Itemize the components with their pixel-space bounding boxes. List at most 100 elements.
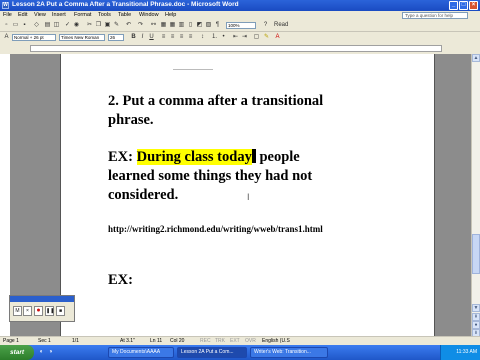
help-question-input[interactable]: Type a question for help <box>402 12 468 19</box>
rule-heading: 2. Put a comma after a transitional phra… <box>108 92 323 130</box>
copy-icon[interactable]: ❐ <box>95 22 102 29</box>
redo-icon[interactable]: ↷ <box>137 22 144 29</box>
taskbar: start ◐ ◑ My Documents\AAAA Lesson 2A Pu… <box>0 345 480 360</box>
menu-file[interactable]: File <box>3 12 12 18</box>
show-hide-icon[interactable]: ¶ <box>214 22 221 29</box>
status-ovr[interactable]: OVR <box>245 338 256 344</box>
menu-insert[interactable]: Insert <box>52 12 66 18</box>
menu-edit[interactable]: Edit <box>18 12 27 18</box>
numbering-icon[interactable]: ⒈ <box>211 34 218 41</box>
ruler[interactable] <box>0 43 480 54</box>
font-select[interactable]: Times New Roman <box>59 34 105 41</box>
justify-icon[interactable]: ≡ <box>187 34 194 41</box>
record-icon[interactable]: ● <box>34 306 43 316</box>
source-url[interactable]: http://writing2.richmond.edu/writing/wwe… <box>108 224 323 234</box>
stop-icon[interactable]: ■ <box>56 306 65 316</box>
drawing-icon[interactable]: ◩ <box>196 22 203 29</box>
tables-borders-icon[interactable]: ▦ <box>160 22 167 29</box>
insert-excel-icon[interactable]: ▥ <box>178 22 185 29</box>
borders-icon[interactable]: ▢ <box>253 34 260 41</box>
status-trk[interactable]: TRK <box>215 338 225 344</box>
undo-icon[interactable]: ↶ <box>125 22 132 29</box>
menu-format[interactable]: Format <box>74 12 91 18</box>
zoom-select[interactable]: 100% <box>226 22 256 29</box>
task-writers-web[interactable]: Writer's Web: Transition... <box>250 347 328 358</box>
line-spacing-icon[interactable]: ↕ <box>199 34 206 41</box>
document-map-icon[interactable]: ▧ <box>205 22 212 29</box>
start-button[interactable]: start <box>0 345 34 360</box>
word-app-icon[interactable]: W <box>2 2 9 9</box>
styles-icon[interactable]: A <box>3 34 10 41</box>
menu-help[interactable]: Help <box>165 12 176 18</box>
format-painter-icon[interactable]: ✎ <box>113 22 120 29</box>
help-icon[interactable]: ? <box>262 22 269 29</box>
window-title: Lesson 2A Put a Comma After a Transition… <box>12 1 239 8</box>
maximize-button[interactable]: □ <box>459 1 468 10</box>
status-rec[interactable]: REC <box>200 338 211 344</box>
scroll-down-icon[interactable]: ▼ <box>472 304 480 312</box>
align-right-icon[interactable]: ≡ <box>178 34 185 41</box>
standard-toolbar: ▫ ▭ ▪ ◇ ▤ ◫ ✓ ◉ ✂ ❐ ▣ ✎ ↶ ↷ ⚯ ▦ ▦ ▥ ▯ ◩ … <box>0 20 480 32</box>
example-label: EX: <box>108 149 137 165</box>
example-line-3: considered. <box>108 187 179 203</box>
open-folder-icon[interactable]: ▭ <box>12 22 19 29</box>
research-icon[interactable]: ◉ <box>73 22 80 29</box>
select-browse-object-icon[interactable]: ● <box>472 321 480 329</box>
insert-table-icon[interactable]: ▦ <box>169 22 176 29</box>
italic-icon[interactable]: I <box>139 34 146 41</box>
underline-icon[interactable]: U <box>148 34 155 41</box>
close-button[interactable]: × <box>469 1 478 10</box>
decrease-indent-icon[interactable]: ⇤ <box>232 34 239 41</box>
recorder-menu-icon[interactable]: M <box>13 306 22 316</box>
highlight-icon[interactable]: ✎ <box>263 34 270 41</box>
recorder-toolbar[interactable]: M × ● ❚❚ ■ <box>9 295 75 322</box>
rule-heading-line-1: 2. Put a comma after a transitional <box>108 93 324 109</box>
permission-icon[interactable]: ◇ <box>33 22 40 29</box>
quick-launch-icon[interactable]: ◑ <box>47 349 54 356</box>
save-icon[interactable]: ▪ <box>21 22 28 29</box>
quick-launch-icon[interactable]: ◐ <box>38 349 45 356</box>
title-bar: W Lesson 2A Put a Comma After a Transiti… <box>0 0 480 11</box>
recorder-close-icon[interactable]: × <box>23 306 32 316</box>
page-top-rule <box>173 69 213 70</box>
columns-icon[interactable]: ▯ <box>187 22 194 29</box>
print-preview-icon[interactable]: ◫ <box>53 22 60 29</box>
menu-view[interactable]: View <box>34 12 46 18</box>
example-line-1: EX: During class today people <box>108 148 312 167</box>
rule-heading-line-2: phrase. <box>108 112 154 128</box>
bullets-icon[interactable]: • <box>220 34 227 41</box>
pause-icon[interactable]: ❚❚ <box>45 306 54 316</box>
minimize-button[interactable]: _ <box>449 1 458 10</box>
task-my-documents[interactable]: My Documents\AAAA <box>108 347 174 358</box>
cut-icon[interactable]: ✂ <box>86 22 93 29</box>
align-center-icon[interactable]: ≡ <box>169 34 176 41</box>
new-document-icon[interactable]: ▫ <box>3 22 10 29</box>
font-size-select[interactable]: 26 <box>108 34 124 41</box>
clock[interactable]: 11:33 AM <box>456 349 477 355</box>
task-word-document[interactable]: Lesson 2A Put a Com... <box>177 347 247 358</box>
font-color-icon[interactable]: A <box>274 34 281 41</box>
scroll-thumb[interactable] <box>472 234 480 274</box>
vertical-scrollbar[interactable]: ▲ ▼ ⇞ ● ⇟ <box>471 54 480 337</box>
example-paragraph: EX: During class today people learned so… <box>108 148 312 205</box>
menu-tools[interactable]: Tools <box>98 12 111 18</box>
print-icon[interactable]: ▤ <box>44 22 51 29</box>
style-select[interactable]: Normal + 26 pt <box>12 34 56 41</box>
status-column: Col 20 <box>170 338 185 344</box>
bold-icon[interactable]: B <box>130 34 137 41</box>
menu-window[interactable]: Window <box>139 12 159 18</box>
spelling-icon[interactable]: ✓ <box>64 22 71 29</box>
recorder-title-bar[interactable] <box>10 296 74 302</box>
align-left-icon[interactable]: ≡ <box>160 34 167 41</box>
paste-icon[interactable]: ▣ <box>104 22 111 29</box>
scroll-up-icon[interactable]: ▲ <box>472 54 480 62</box>
menu-table[interactable]: Table <box>118 12 131 18</box>
status-ext[interactable]: EXT <box>230 338 240 344</box>
example-2-label: EX: <box>108 272 133 288</box>
read-button[interactable]: Read <box>274 22 294 29</box>
hyperlink-icon[interactable]: ⚯ <box>150 22 157 29</box>
mouse-ibeam-icon: I <box>247 192 250 202</box>
document-page[interactable]: 2. Put a comma after a transitional phra… <box>60 54 435 336</box>
increase-indent-icon[interactable]: ⇥ <box>241 34 248 41</box>
previous-page-icon[interactable]: ⇞ <box>472 313 480 321</box>
